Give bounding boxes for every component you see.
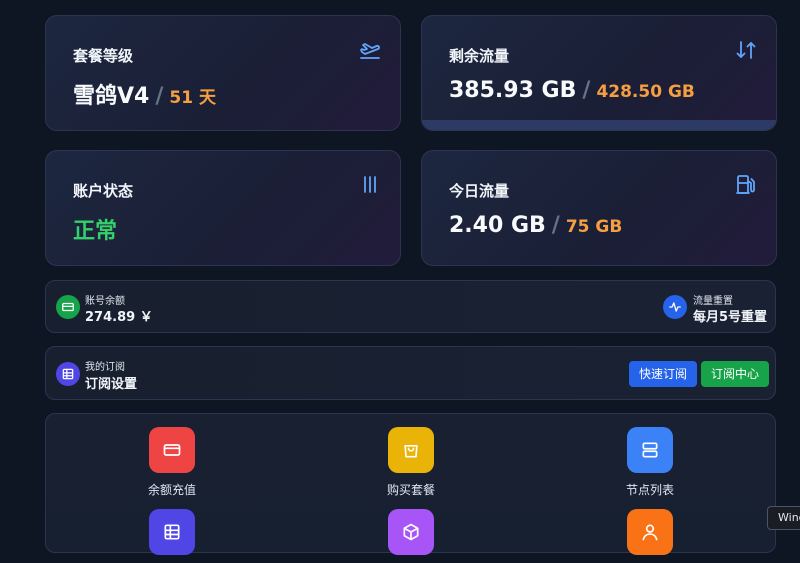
tile-label: 购买套餐 (386, 483, 435, 497)
separator: / (155, 84, 164, 109)
tile-package[interactable] (361, 509, 461, 563)
table-badge (56, 362, 80, 386)
tile-label: 节点列表 (625, 483, 674, 497)
subscription-center-button[interactable]: 订阅中心 (701, 361, 770, 387)
traffic-left-card: 剩余流量 385.93 GB/428.50 GB (421, 15, 777, 131)
wallet-badge (56, 295, 80, 319)
subscription-row: 我的订阅 订阅设置 快速订阅 订阅中心 (45, 346, 776, 400)
activity-icon (669, 302, 681, 312)
shopping-bag-icon (404, 445, 418, 458)
package-icon (403, 523, 419, 541)
traffic-progress-bar (422, 120, 776, 130)
airplane-takeoff-icon (360, 43, 380, 59)
balance-row: 账号余额 274.89 ￥ 流量重置 每月5号重置 (45, 280, 776, 333)
plan-label: 套餐等级 (73, 47, 134, 65)
tile-icon-bg (388, 509, 434, 555)
traffic-remaining: 385.93 GB (449, 78, 577, 103)
plan-name: 雪鸽V4 (73, 84, 150, 109)
plan-card: 套餐等级 雪鸽V4/51 天 (45, 15, 401, 131)
today-traffic-value: 2.40 GB/75 GB (449, 213, 622, 238)
bars-icon (364, 176, 376, 193)
tile-buy-plan[interactable]: 购买套餐 (361, 427, 461, 498)
arrows-up-down-icon (736, 41, 756, 59)
today-traffic-used: 2.40 GB (449, 213, 546, 238)
traffic-left-value: 385.93 GB/428.50 GB (449, 78, 695, 103)
tile-icon-bg (149, 427, 195, 473)
reset-value: 每月5号重置 (693, 310, 768, 325)
quick-subscribe-button[interactable]: 快速订阅 (629, 361, 698, 387)
reset-label: 流量重置 (693, 296, 733, 307)
server-icon (642, 442, 658, 458)
activity-badge (663, 295, 687, 319)
plan-value: 雪鸽V4/51 天 (73, 78, 216, 110)
traffic-total: 428.50 GB (596, 82, 695, 102)
table-icon (62, 368, 74, 380)
tile-node-list[interactable]: 节点列表 (600, 427, 700, 498)
subscription-small-label: 我的订阅 (85, 362, 125, 373)
tile-recharge[interactable]: 余额充值 (122, 427, 222, 498)
shortcut-grid: 余额充值 购买套餐 节点列表 (45, 413, 776, 555)
wallet-icon (163, 444, 181, 456)
tile-user[interactable] (600, 509, 700, 563)
account-status-card: 账户状态 正常 (45, 150, 401, 266)
tile-icon-bg (627, 427, 673, 473)
tile-table[interactable] (122, 509, 222, 563)
today-traffic-label: 今日流量 (449, 182, 510, 200)
fuel-pump-icon (736, 175, 755, 194)
account-status-value: 正常 (73, 219, 118, 244)
tile-icon-bg (627, 509, 673, 555)
tile-icon-bg (388, 427, 434, 473)
balance-value: 274.89 ￥ (85, 310, 153, 325)
balance-label: 账号余额 (85, 296, 125, 307)
traffic-left-label: 剩余流量 (449, 47, 510, 65)
subscription-settings-label[interactable]: 订阅设置 (85, 373, 137, 392)
today-traffic-limit: 75 GB (565, 217, 623, 237)
today-traffic-card: 今日流量 2.40 GB/75 GB (421, 150, 777, 266)
tile-icon-bg (149, 509, 195, 555)
tooltip: Wind (767, 506, 800, 530)
separator: / (551, 213, 560, 238)
wallet-icon (62, 302, 74, 312)
table-icon (164, 524, 180, 540)
tile-label: 余额充值 (147, 483, 196, 497)
user-icon (642, 524, 658, 541)
account-status-label: 账户状态 (73, 182, 134, 200)
plan-days: 51 天 (169, 88, 216, 108)
separator: / (582, 78, 591, 103)
